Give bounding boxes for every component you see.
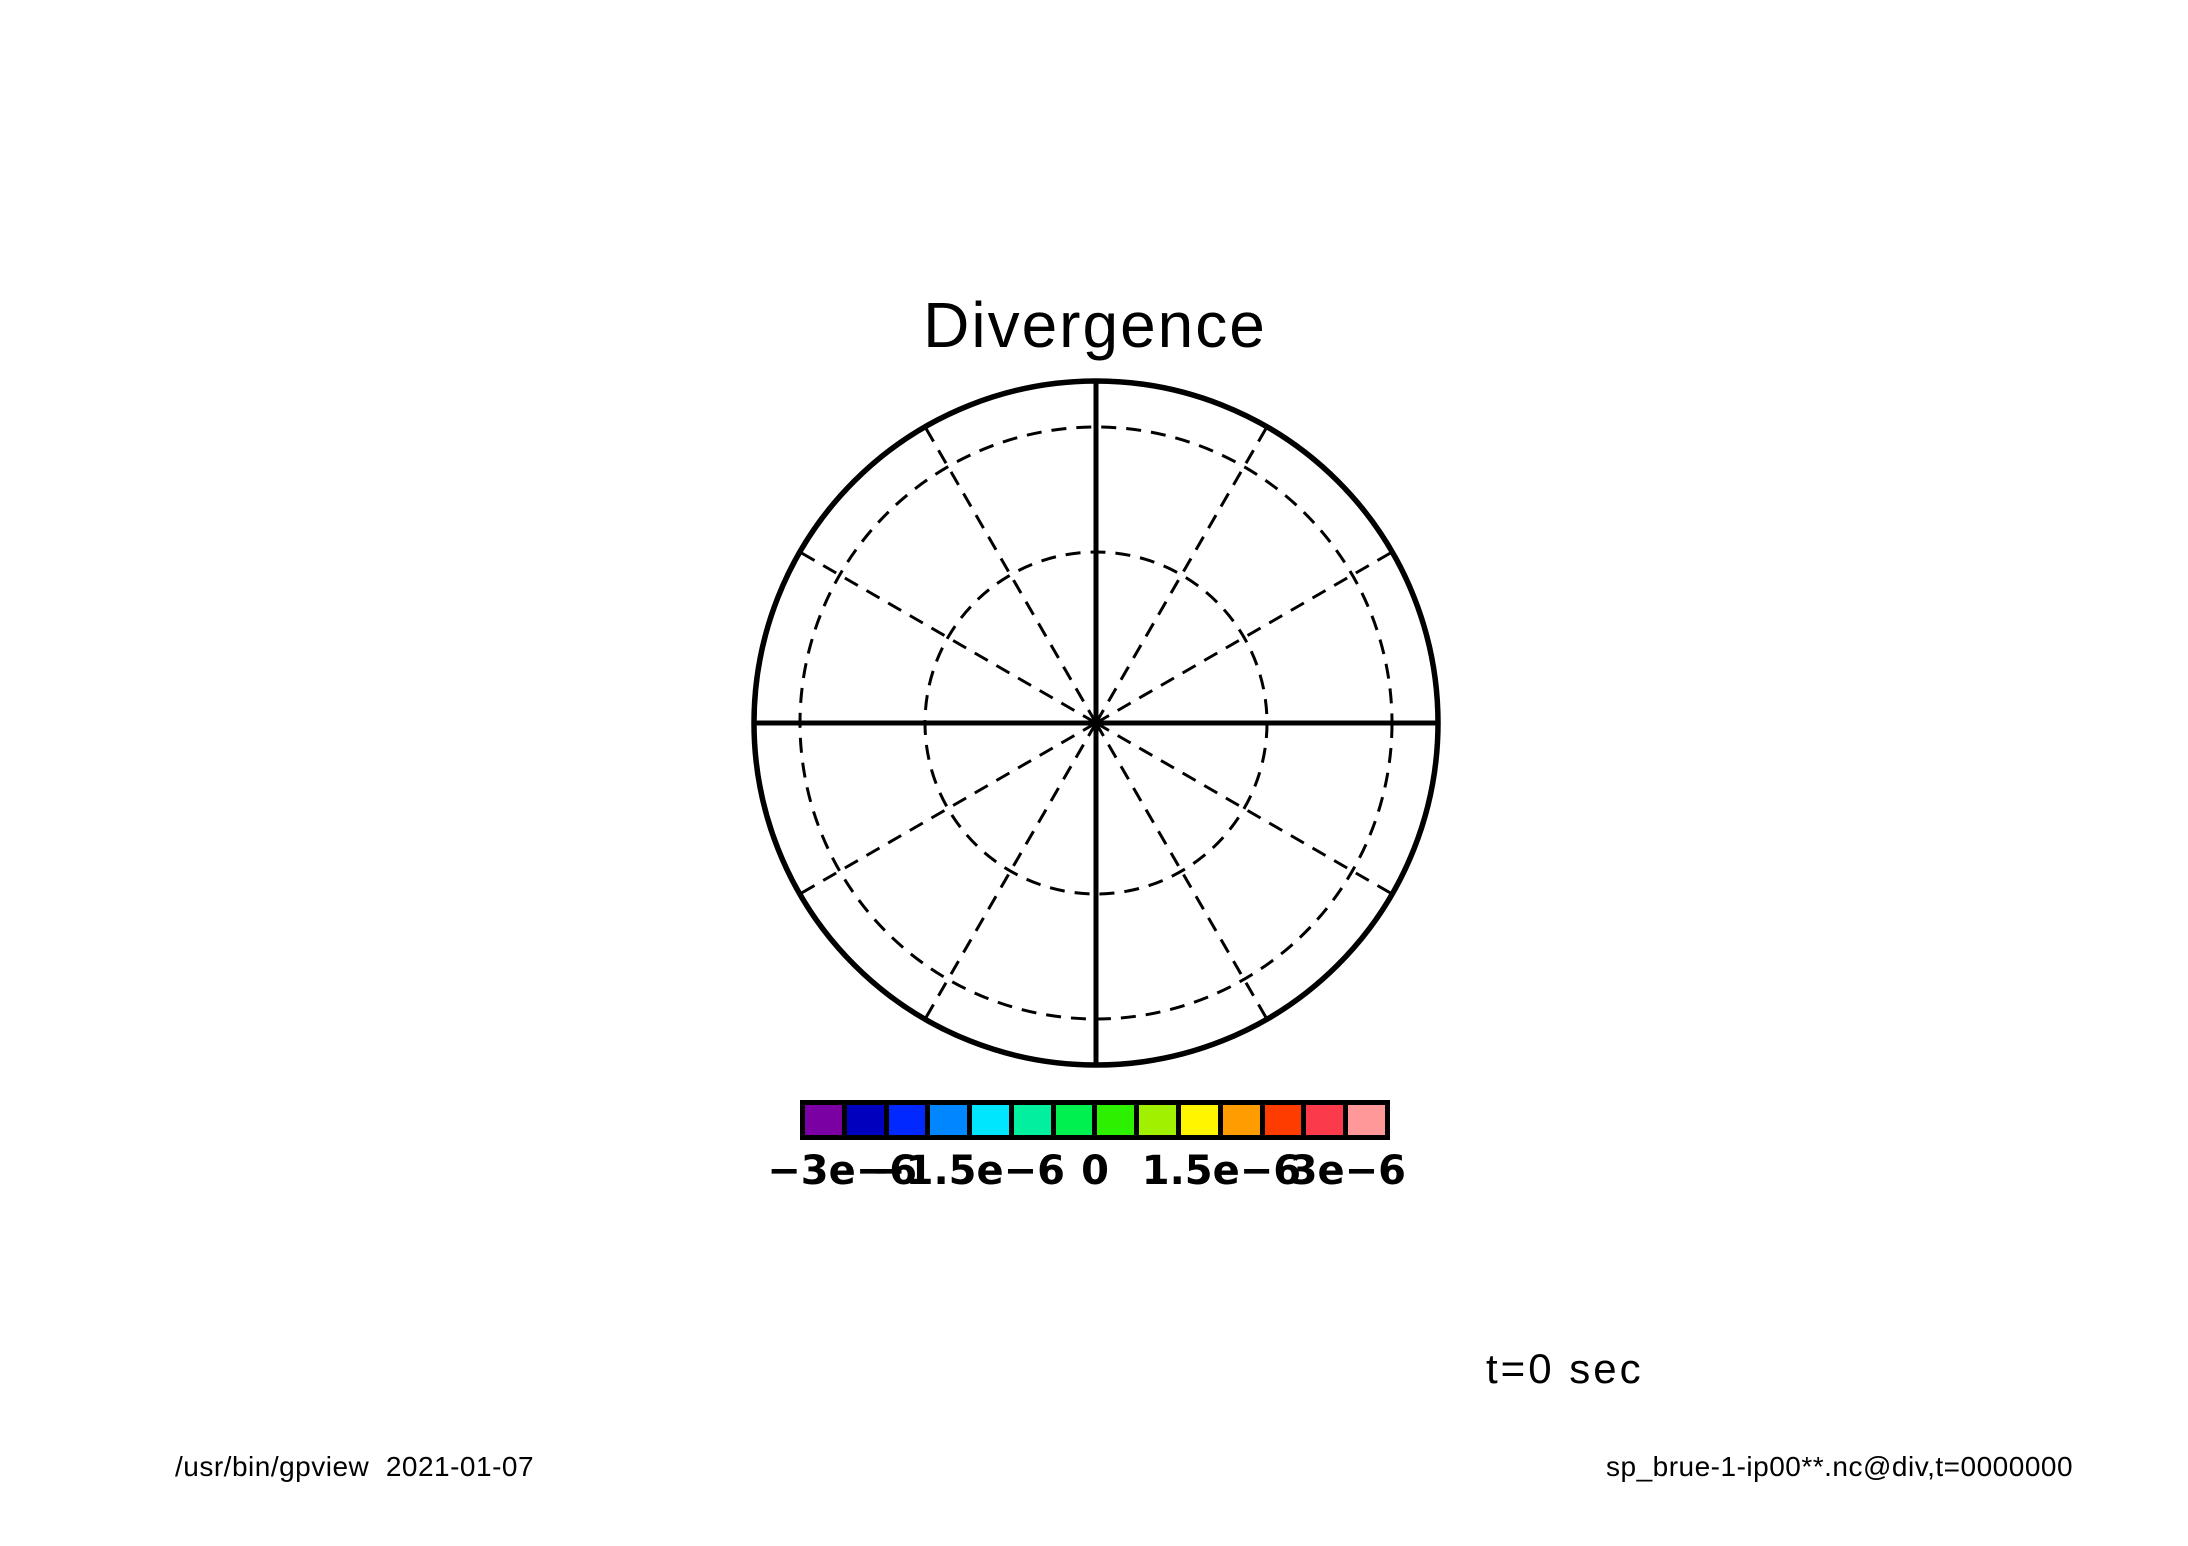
colorbar-cell xyxy=(1139,1105,1176,1135)
gpview-plot-page: Divergence −3e−6−1.5e−601.5 xyxy=(0,0,2188,1546)
colorbar-cell xyxy=(972,1105,1009,1135)
colorbar-labels: −3e−6−1.5e−601.5e−63e−6 xyxy=(0,1148,2188,1198)
colorbar-cell xyxy=(1181,1105,1218,1135)
colorbar xyxy=(800,1100,1390,1140)
colorbar-cell xyxy=(1306,1105,1343,1135)
colorbar-cell xyxy=(805,1105,842,1135)
time-label: t=0 sec xyxy=(1486,1345,1644,1393)
meridian-30 xyxy=(1096,427,1267,723)
colorbar-tick-label: 0 xyxy=(1081,1148,1109,1194)
colorbar-tick-label: 1.5e−6 xyxy=(1142,1148,1301,1194)
colorbar-cell xyxy=(1056,1105,1093,1135)
polar-grid xyxy=(754,381,1438,1065)
colorbar-cell xyxy=(1265,1105,1302,1135)
colorbar-cell xyxy=(1223,1105,1260,1135)
colorbar-tick-label: 3e−6 xyxy=(1290,1148,1406,1194)
colorbar-cell xyxy=(1014,1105,1051,1135)
colorbar-cell xyxy=(889,1105,926,1135)
colorbar-cell xyxy=(930,1105,967,1135)
meridian-330 xyxy=(925,427,1096,723)
meridian-240 xyxy=(800,723,1096,894)
footer-command-text: /usr/bin/gpview 2021-01-07 xyxy=(175,1451,534,1483)
colorbar-cell xyxy=(847,1105,884,1135)
colorbar-tick-label: −1.5e−6 xyxy=(872,1148,1065,1194)
footer-dataset-text: sp_brue-1-ip00**.nc@div,t=0000000 xyxy=(1606,1451,2073,1483)
polar-plot xyxy=(0,0,2188,1546)
colorbar-cell xyxy=(1097,1105,1134,1135)
colorbar-cell xyxy=(1348,1105,1385,1135)
